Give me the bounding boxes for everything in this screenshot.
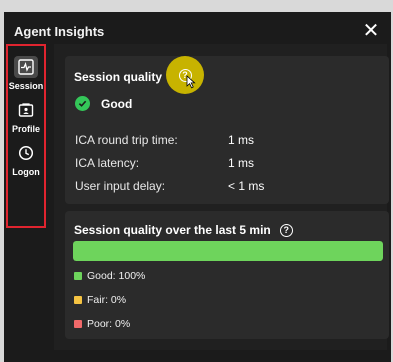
history-title: Session quality over the last 5 min bbox=[74, 223, 271, 237]
legend-swatch-poor bbox=[74, 320, 82, 328]
metric-value-input-delay: < 1 ms bbox=[228, 179, 265, 193]
session-quality-card: Session quality Good ICA round trip time… bbox=[65, 56, 389, 204]
sidebar-nav: Session Profile Logon bbox=[6, 44, 46, 228]
sidebar-item-label: Session bbox=[8, 81, 44, 91]
metric-label-rtt: ICA round trip time: bbox=[75, 133, 178, 147]
help-icon[interactable]: ? bbox=[279, 223, 293, 237]
legend-swatch-good bbox=[74, 272, 82, 280]
metric-value-rtt: 1 ms bbox=[228, 133, 255, 147]
quality-status: Good bbox=[75, 96, 132, 111]
quality-bar-good-fill bbox=[73, 241, 383, 261]
pulse-icon bbox=[14, 56, 38, 78]
legend-fair: Fair: 0% bbox=[74, 294, 126, 306]
history-header: Session quality over the last 5 min ? bbox=[74, 223, 293, 237]
quality-history-card: Session quality over the last 5 min ? Go… bbox=[65, 211, 389, 339]
legend-label-good: Good: 100% bbox=[87, 270, 146, 282]
metric-label-latency: ICA latency: bbox=[75, 156, 140, 170]
profile-card-icon bbox=[14, 99, 38, 121]
check-circle-icon bbox=[75, 96, 90, 111]
metric-value-latency: 1 ms bbox=[228, 156, 255, 170]
legend-label-poor: Poor: 0% bbox=[87, 318, 131, 330]
sidebar-item-profile[interactable]: Profile bbox=[7, 99, 45, 134]
sidebar-item-logon[interactable]: Logon bbox=[7, 142, 45, 177]
sidebar-item-session[interactable]: Session bbox=[7, 56, 45, 91]
legend-label-fair: Fair: 0% bbox=[87, 294, 127, 306]
session-quality-title: Session quality bbox=[74, 70, 163, 84]
quality-bar bbox=[73, 241, 383, 261]
legend-swatch-fair bbox=[74, 296, 82, 304]
window-title: Agent Insights bbox=[14, 23, 105, 39]
legend-good: Good: 100% bbox=[74, 270, 145, 282]
sidebar-item-label: Logon bbox=[12, 167, 40, 177]
mouse-cursor-icon bbox=[186, 75, 196, 89]
status-label: Good bbox=[101, 96, 133, 111]
clock-icon bbox=[14, 142, 38, 164]
metric-label-input-delay: User input delay: bbox=[75, 179, 166, 193]
close-button[interactable]: ✕ bbox=[361, 21, 381, 41]
legend-poor: Poor: 0% bbox=[74, 318, 130, 330]
sidebar-item-label: Profile bbox=[11, 124, 40, 134]
help-icon-button[interactable]: ? bbox=[166, 56, 204, 94]
